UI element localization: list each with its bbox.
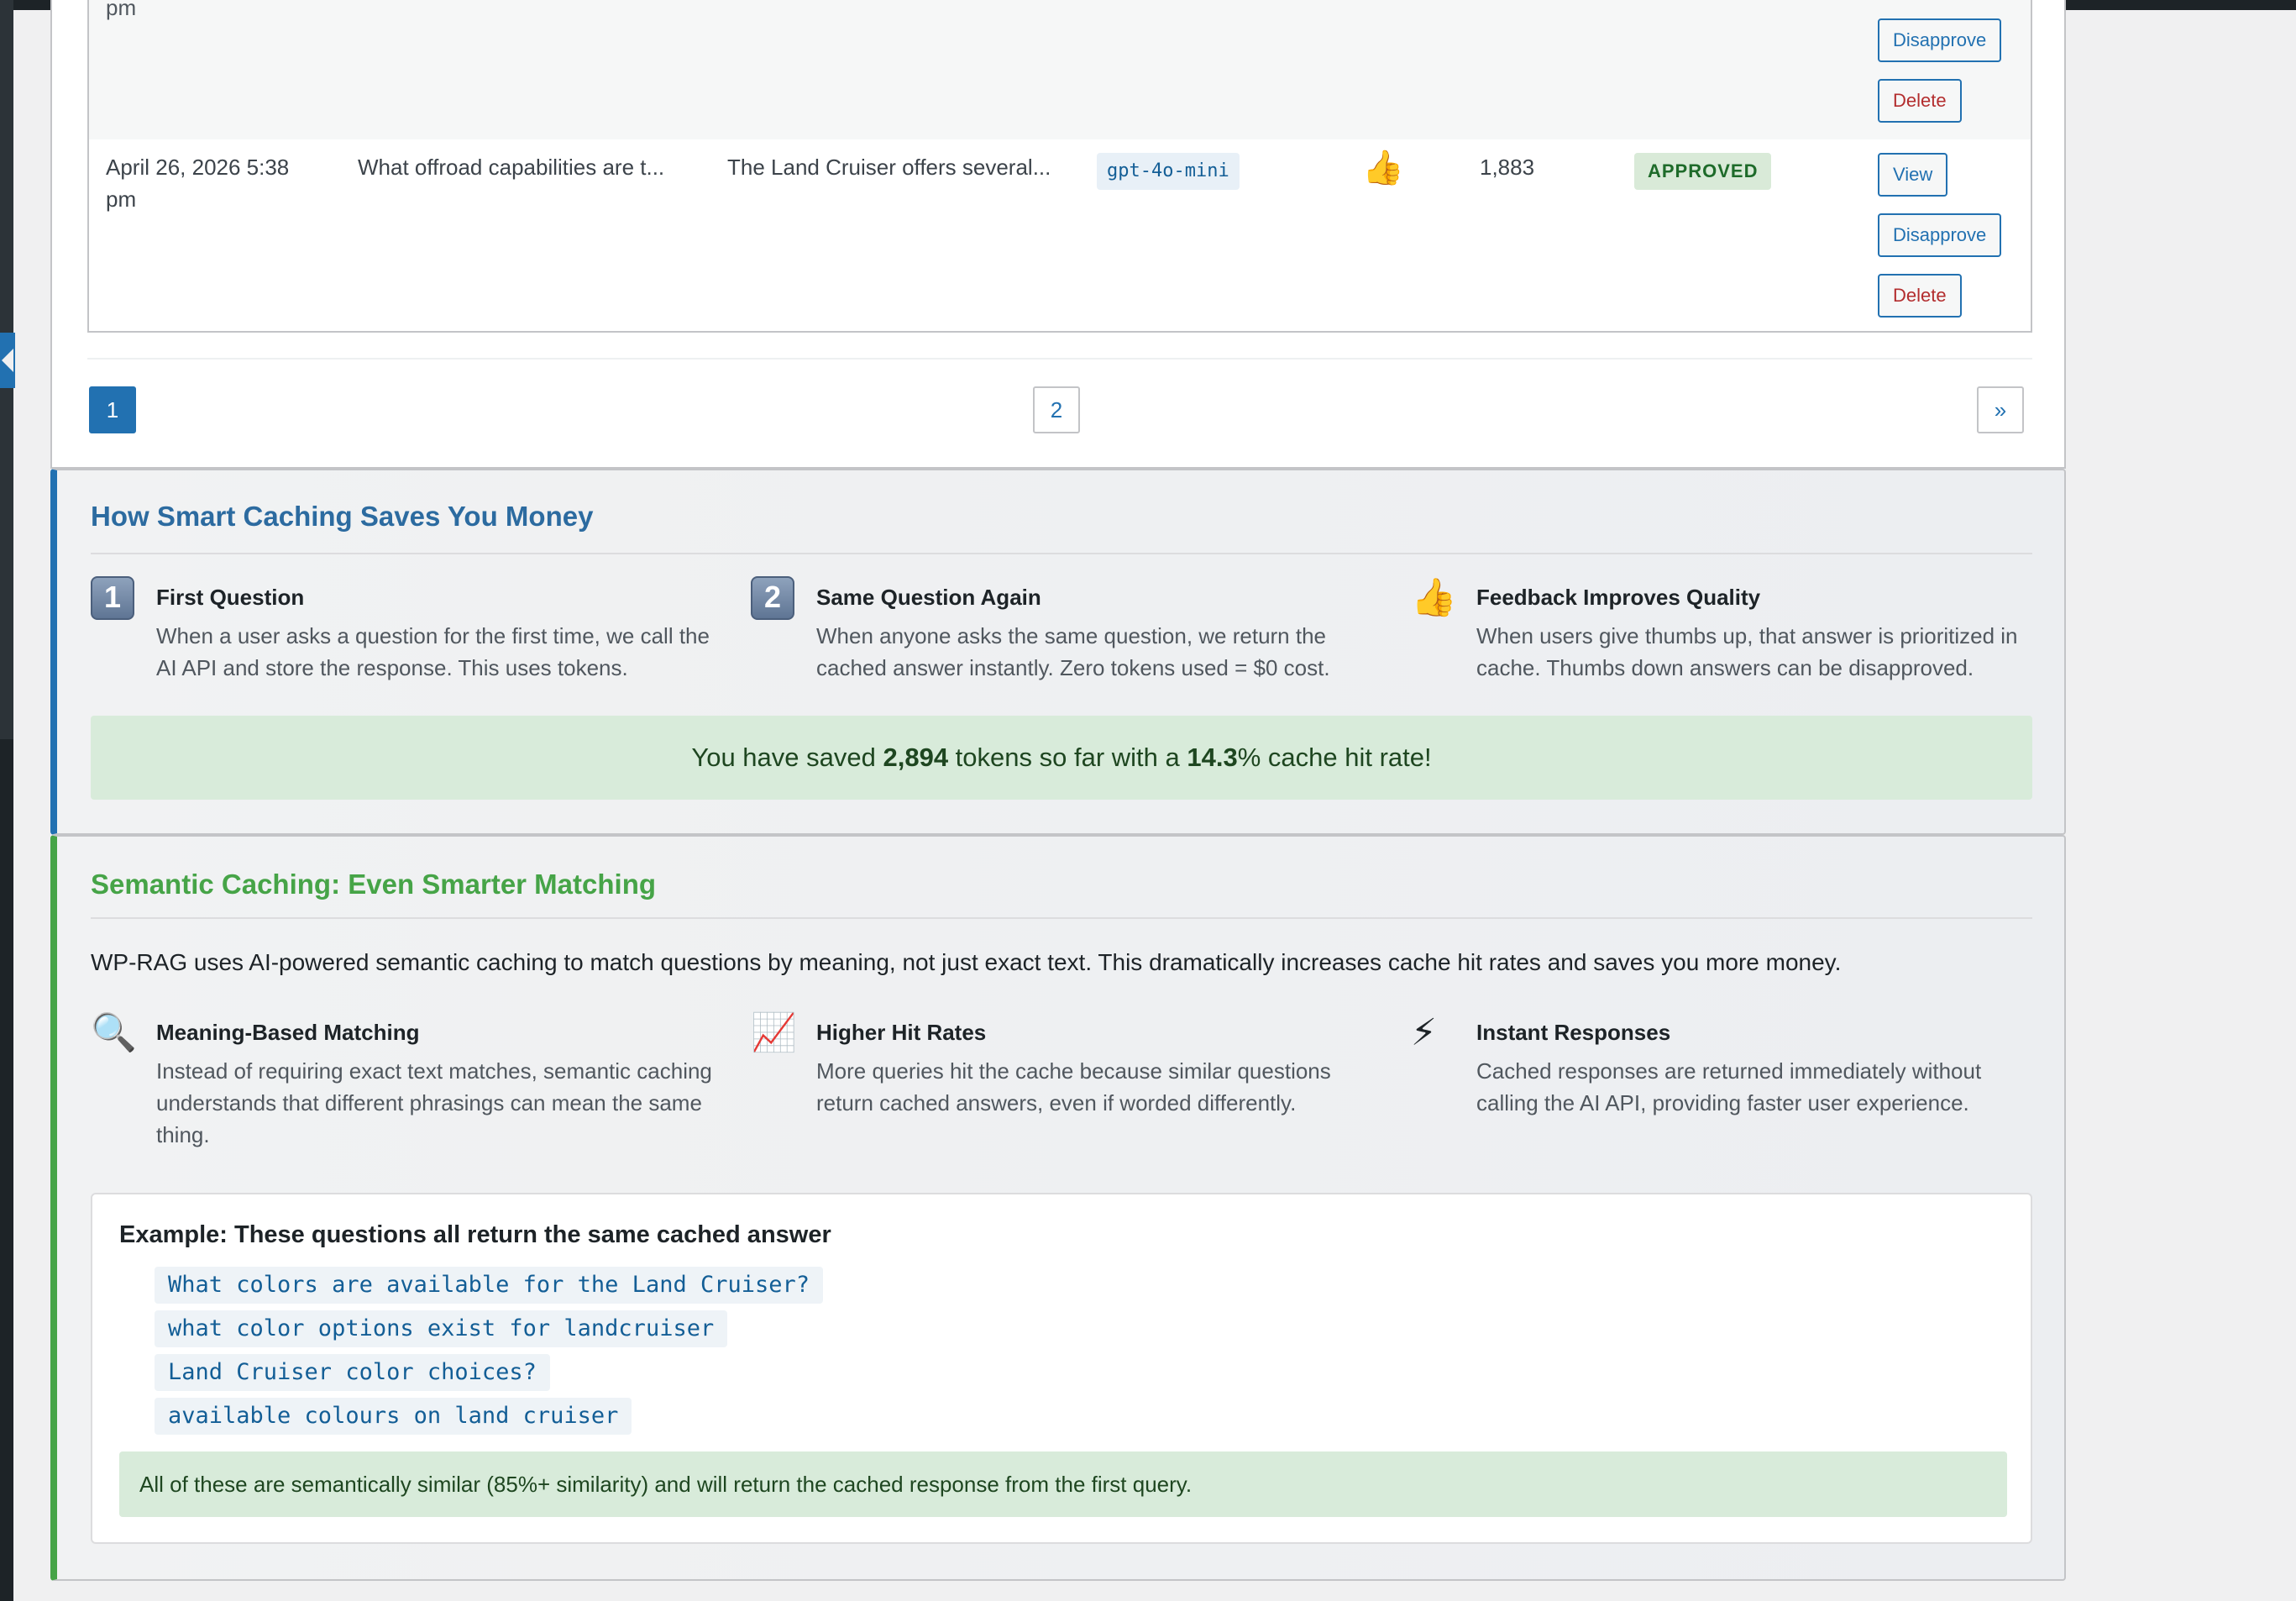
example-question: Land Cruiser color choices? [155, 1354, 550, 1391]
savings-suffix: % cache hit rate! [1237, 743, 1432, 772]
table-row: pm Disapprove Delete [89, 0, 2031, 139]
step-title: Feedback Improves Quality [1476, 585, 1761, 610]
divider [91, 553, 2032, 554]
example-box: Example: These questions all return the … [91, 1193, 2032, 1544]
example-question: What colors are available for the Land C… [155, 1267, 824, 1304]
savings-banner: You have saved 2,894 tokens so far with … [91, 716, 2032, 800]
feature-description: More queries hit the cache because simil… [816, 1058, 1331, 1115]
disapprove-button[interactable]: Disapprove [1878, 213, 2002, 257]
feature-title: Meaning-Based Matching [156, 1020, 420, 1045]
row-question: What offroad capabilities are t... [358, 155, 665, 180]
semantic-caching-title: Semantic Caching: Even Smarter Matching [91, 869, 657, 900]
smart-caching-card: How Smart Caching Saves You Money 1 Firs… [50, 469, 2066, 835]
example-title: Example: These questions all return the … [119, 1221, 831, 1248]
step-description: When a user asks a question for the firs… [156, 623, 710, 680]
row-date: pm [106, 0, 137, 20]
similarity-note: All of these are semantically similar (8… [119, 1451, 2007, 1517]
collapse-menu-icon[interactable] [0, 333, 15, 388]
cache-hit-rate-value: 14.3 [1187, 743, 1238, 772]
savings-middle: tokens so far with a [948, 743, 1187, 772]
keycap-2-icon: 2 [751, 576, 794, 620]
lightning-icon: ⚡ [1411, 1012, 1437, 1053]
cache-table-card: pm Disapprove Delete April 26, 2026 5:38… [50, 0, 2066, 469]
row-answer: The Land Cruiser offers several... [727, 155, 1051, 180]
disapprove-button[interactable]: Disapprove [1878, 18, 2002, 62]
example-question: what color options exist for landcruiser [155, 1310, 728, 1347]
row-date: April 26, 2026 5:38 pm [106, 155, 290, 212]
page-2-button[interactable]: 2 [1033, 386, 1080, 433]
chart-increasing-icon: 📈 [751, 1012, 797, 1053]
delete-button[interactable]: Delete [1878, 274, 1962, 318]
table-row: April 26, 2026 5:38 pm What offroad capa… [89, 139, 2031, 331]
semantic-caching-card: Semantic Caching: Even Smarter Matching … [50, 835, 2066, 1581]
next-page-button[interactable]: » [1977, 386, 2024, 433]
thumbs-up-icon: 👍 [1362, 150, 1404, 186]
feature-description: Instead of requiring exact text matches,… [156, 1058, 712, 1147]
step-title: Same Question Again [816, 585, 1041, 610]
feature-description: Cached responses are returned immediatel… [1476, 1058, 1982, 1115]
delete-button[interactable]: Delete [1878, 79, 1962, 123]
feature-title: Instant Responses [1476, 1020, 1671, 1045]
cache-table: pm Disapprove Delete April 26, 2026 5:38… [87, 0, 2032, 333]
row-tokens: 1,883 [1480, 155, 1535, 180]
example-question: available colours on land cruiser [155, 1398, 632, 1435]
divider [91, 917, 2032, 919]
view-button[interactable]: View [1878, 153, 1948, 197]
model-badge: gpt-4o-mini [1097, 153, 1240, 190]
semantic-caching-intro: WP-RAG uses AI-powered semantic caching … [91, 949, 1842, 975]
page-1-button[interactable]: 1 [89, 386, 136, 433]
magnifier-icon: 🔍 [91, 1012, 137, 1053]
admin-sidebar-lower [0, 739, 13, 1601]
feature-title: Higher Hit Rates [816, 1020, 987, 1045]
keycap-1-icon: 1 [91, 576, 134, 620]
step-description: When anyone asks the same question, we r… [816, 623, 1330, 680]
thumbs-up-icon: 👍 [1411, 577, 1457, 618]
status-badge: APPROVED [1634, 153, 1772, 190]
savings-prefix: You have saved [691, 743, 883, 772]
pagination-divider [87, 358, 2032, 360]
step-description: When users give thumbs up, that answer i… [1476, 623, 2018, 680]
step-title: First Question [156, 585, 305, 610]
saved-tokens-value: 2,894 [883, 743, 949, 772]
smart-caching-title: How Smart Caching Saves You Money [91, 501, 594, 532]
